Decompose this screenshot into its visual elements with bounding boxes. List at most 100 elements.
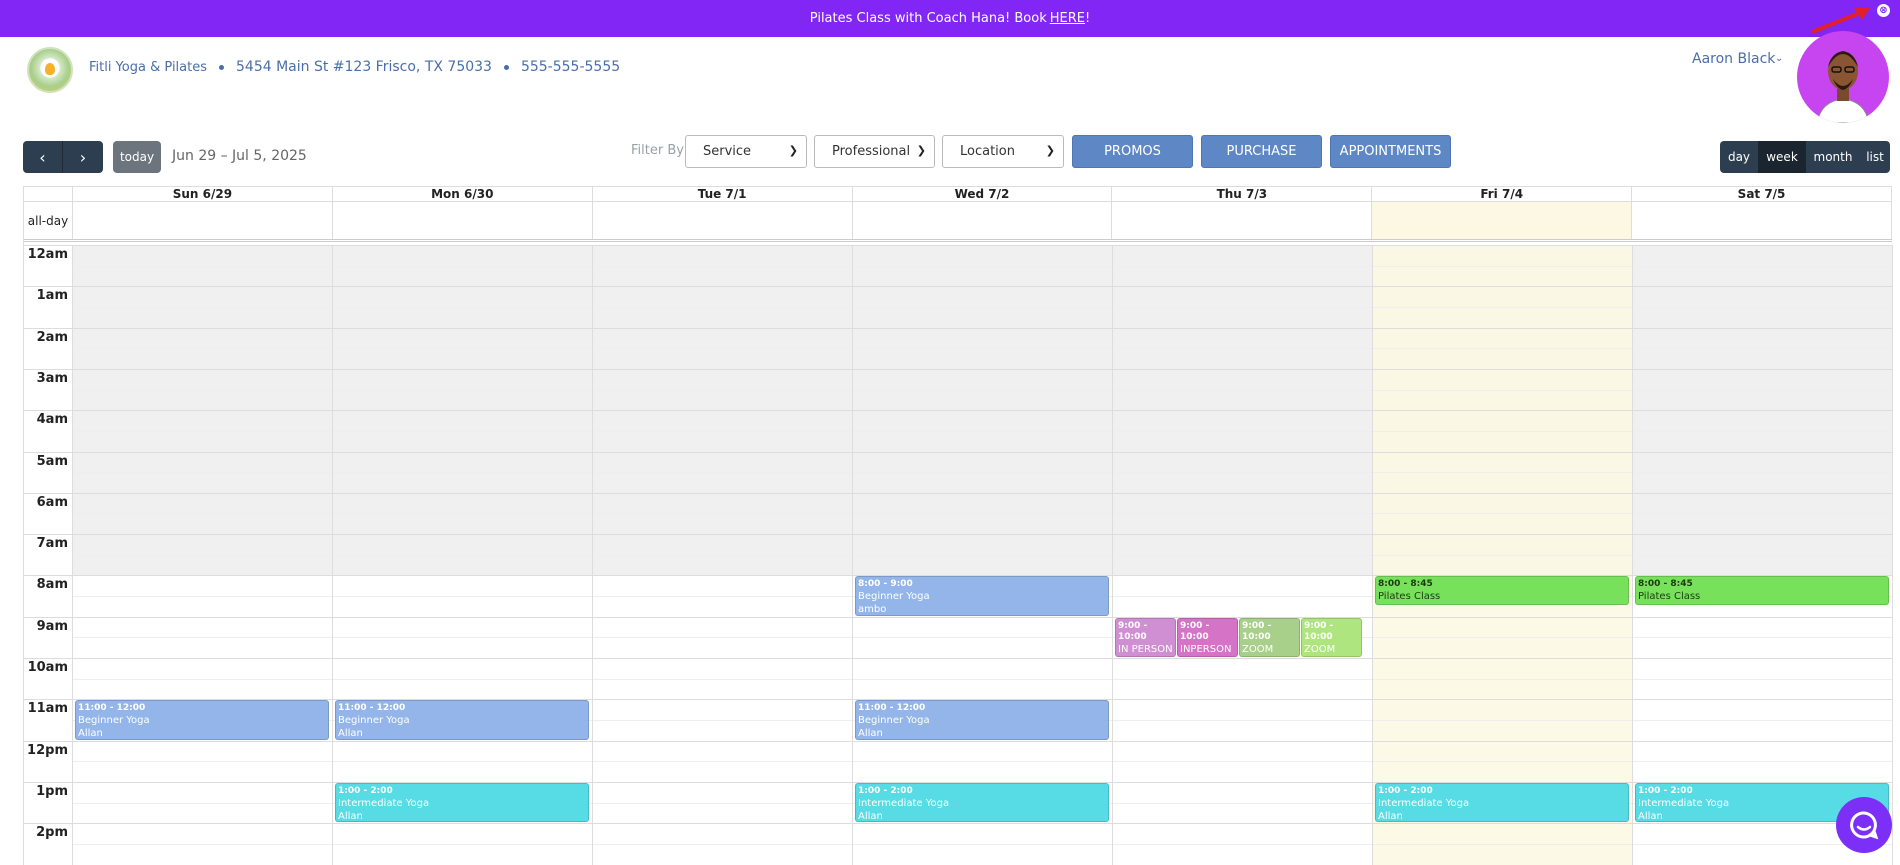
- hour-line: [24, 823, 1892, 825]
- appointments-button[interactable]: APPOINTMENTS: [1330, 135, 1451, 168]
- time-label: 2am: [36, 329, 68, 345]
- promo-banner: Pilates Class with Coach Hana! Book HERE…: [0, 0, 1900, 37]
- next-button[interactable]: ›: [63, 141, 103, 173]
- half-hour-line: [73, 761, 1892, 763]
- day-header[interactable]: Fri 7/4: [1372, 187, 1633, 201]
- calendar-event[interactable]: 11:00 - 12:00 Beginner Yoga Allan: [855, 700, 1109, 740]
- day-divider: [592, 245, 593, 865]
- chat-button[interactable]: [1836, 797, 1892, 853]
- user-menu[interactable]: Aaron Black: [1692, 51, 1775, 67]
- view-week-button[interactable]: week: [1758, 141, 1806, 173]
- event-instructor: ambo: [858, 604, 887, 616]
- purchase-button[interactable]: PURCHASE: [1201, 135, 1322, 168]
- time-label: 7am: [36, 536, 68, 552]
- promos-button[interactable]: PROMOS: [1072, 135, 1193, 168]
- chat-icon: [1850, 811, 1879, 840]
- chevron-down-icon[interactable]: ⌄: [1775, 53, 1783, 64]
- event-title: Pilates Class: [1378, 591, 1441, 603]
- chevron-down-icon: ❯: [916, 144, 926, 157]
- day-header[interactable]: Tue 7/1: [593, 187, 853, 201]
- event-title: Intermediate Yoga: [338, 797, 430, 809]
- business-phone[interactable]: 555-555-5555: [521, 59, 620, 75]
- day-header[interactable]: Sun 6/29: [73, 187, 333, 201]
- calendar-event[interactable]: 8:00 - 8:45 Pilates Class: [1635, 576, 1889, 606]
- event-title: IN PERSON Pilates: [1118, 643, 1173, 655]
- event-time: 1:00 - 2:00: [338, 785, 393, 796]
- hour-line: [24, 410, 1892, 412]
- event-instructor: Allan: [858, 810, 883, 822]
- event-title: ZOOM Yoga: [1304, 643, 1336, 655]
- logo[interactable]: [27, 47, 73, 93]
- hour-line: [24, 616, 1892, 618]
- calendar-event[interactable]: 9:00 - 10:00IN PERSON Pilates: [1115, 617, 1176, 657]
- calendar-event[interactable]: 1:00 - 2:00 Intermediate Yoga Allan: [855, 782, 1109, 823]
- event-time: 8:00 - 8:45: [1378, 579, 1433, 590]
- hour-line: [24, 451, 1892, 453]
- allday-cell[interactable]: [1632, 202, 1892, 239]
- event-time: 1:00 - 2:00: [1638, 785, 1693, 796]
- calendar-event[interactable]: 1:00 - 2:00 Intermediate Yoga Allan: [335, 782, 589, 823]
- hour-line: [24, 658, 1892, 659]
- day-divider: [1372, 245, 1373, 865]
- event-instructor: Allan: [1378, 810, 1403, 822]
- time-label: 11am: [27, 701, 68, 717]
- half-hour-line: [73, 265, 1892, 267]
- view-list-button[interactable]: list: [1860, 141, 1890, 173]
- avatar[interactable]: [1797, 31, 1889, 123]
- half-hour-line: [73, 430, 1892, 432]
- hour-line: [24, 492, 1892, 494]
- time-label: 6am: [36, 494, 68, 510]
- calendar: Sun 6/29 Mon 6/30 Tue 7/1 Wed 7/2 Thu 7/…: [23, 186, 1893, 865]
- event-time: 11:00 - 12:00: [338, 703, 406, 714]
- event-time: 11:00 - 12:00: [78, 703, 146, 714]
- time-grid[interactable]: 12am 1am 2am 3am 4am 5am 6am 7am 8am 9am 10am 11am 1…: [24, 245, 1893, 865]
- event-instructor: Allan: [78, 728, 103, 740]
- location-select[interactable]: Location ❯: [942, 135, 1064, 168]
- time-label: 12pm: [27, 742, 68, 758]
- calendar-event[interactable]: 9:00 - 10:00INPERSON Yoga: [1177, 617, 1238, 657]
- hour-line: [24, 368, 1892, 370]
- half-hour-line: [73, 554, 1892, 556]
- day-header[interactable]: Mon 6/30: [333, 187, 593, 201]
- filter-label: Filter By: [631, 143, 684, 158]
- event-time: 9:00 - 10:00: [1242, 620, 1272, 642]
- calendar-event[interactable]: 11:00 - 12:00 Beginner Yoga Allan: [335, 700, 589, 740]
- banner-text: Pilates Class with Coach Hana! Book: [809, 11, 1047, 26]
- separator-dot: [219, 64, 224, 70]
- day-header[interactable]: Sat 7/5: [1632, 187, 1892, 201]
- app: { "banner": {"text_before": "Pilates Cla…: [0, 0, 1900, 865]
- allday-cell[interactable]: [1112, 202, 1373, 239]
- event-title: Beginner Yoga: [858, 591, 930, 603]
- business-address[interactable]: 5454 Main St #123 Frisco, TX 75033: [236, 59, 492, 75]
- time-label: 5am: [36, 453, 68, 469]
- view-day-button[interactable]: day: [1720, 141, 1758, 173]
- service-select-value: Service: [703, 144, 752, 159]
- business-name[interactable]: Fitli Yoga & Pilates: [89, 60, 207, 75]
- allday-cell[interactable]: [853, 202, 1113, 239]
- day-header[interactable]: Wed 7/2: [853, 187, 1113, 201]
- calendar-event[interactable]: 11:00 - 12:00 Beginner Yoga Allan: [75, 700, 329, 740]
- calendar-event[interactable]: 8:00 - 8:45 Pilates Class: [1375, 576, 1629, 606]
- calendar-event[interactable]: 9:00 - 10:00ZOOM YogaAllan: [1301, 617, 1362, 657]
- professional-select[interactable]: Professional ❯: [814, 135, 935, 168]
- event-time: 9:00 - 10:00: [1304, 620, 1334, 642]
- service-select[interactable]: Service ❯: [685, 135, 807, 168]
- calendar-event[interactable]: 8:00 - 9:00 Beginner Yoga ambo: [855, 576, 1109, 616]
- time-label: 2pm: [36, 825, 68, 841]
- half-hour-line: [73, 389, 1892, 391]
- allday-cell[interactable]: [593, 202, 853, 239]
- calendar-event[interactable]: 1:00 - 2:00 Intermediate Yoga Allan: [1375, 782, 1629, 823]
- day-header[interactable]: Thu 7/3: [1112, 187, 1373, 201]
- calendar-event[interactable]: 9:00 - 10:00ZOOM Pilates: [1239, 617, 1300, 657]
- view-month-button[interactable]: month: [1806, 141, 1860, 173]
- event-time: 9:00 - 10:00: [1180, 620, 1210, 642]
- hour-line: [24, 534, 1892, 536]
- banner-link[interactable]: HERE: [1050, 11, 1085, 26]
- today-button[interactable]: today: [113, 141, 161, 173]
- allday-cell[interactable]: [1372, 202, 1633, 239]
- prev-button[interactable]: ‹: [23, 141, 63, 173]
- allday-cell[interactable]: [73, 202, 333, 239]
- allday-cell[interactable]: [333, 202, 593, 239]
- time-label: 10am: [27, 660, 68, 675]
- event-title: INPERSON Yoga: [1180, 643, 1232, 655]
